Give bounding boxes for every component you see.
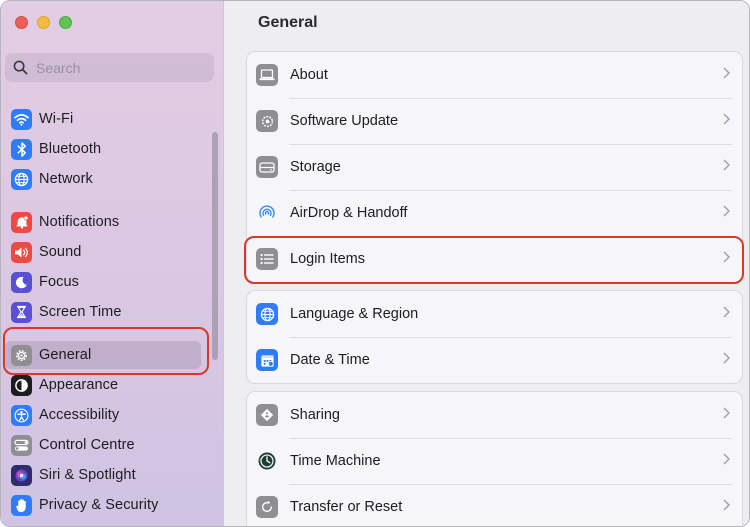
row-label: About	[290, 67, 328, 83]
chevron-right-icon	[723, 205, 730, 217]
chevron-right-icon	[723, 352, 730, 364]
sidebar-item-label: Network	[39, 171, 93, 187]
sidebar-item-accessibility[interactable]: Accessibility	[5, 401, 201, 429]
sidebar-item-label: Notifications	[39, 214, 120, 230]
sidebar: Wi-Fi Bluetooth Network	[1, 1, 224, 526]
chevron-right-icon	[723, 453, 730, 465]
window-controls	[15, 16, 72, 29]
settings-group-3: Sharing Time Machine Transfer or Reset	[246, 391, 743, 526]
sidebar-item-general[interactable]: General	[5, 341, 201, 369]
hourglass-icon	[11, 301, 32, 323]
sidebar-item-network[interactable]: Network	[5, 165, 201, 193]
storage-icon	[256, 156, 278, 178]
bluetooth-icon	[11, 138, 32, 160]
sidebar-item-notifications[interactable]: Notifications	[5, 208, 201, 236]
page-title: General	[258, 14, 318, 31]
row-label: AirDrop & Handoff	[290, 205, 408, 221]
chevron-right-icon	[723, 306, 730, 318]
wifi-icon	[11, 108, 32, 130]
accessibility-icon	[11, 404, 32, 426]
appearance-icon	[11, 374, 32, 396]
settings-group-2: Language & Region Date & Time	[246, 290, 743, 384]
moon-icon	[11, 271, 32, 293]
row-label: Sharing	[290, 407, 340, 423]
search-input[interactable]	[36, 59, 196, 76]
sidebar-item-sound[interactable]: Sound	[5, 238, 201, 266]
control-centre-icon	[11, 434, 32, 456]
hand-icon	[11, 494, 32, 516]
row-label: Transfer or Reset	[290, 499, 403, 515]
row-label: Time Machine	[290, 453, 381, 469]
sidebar-item-wifi[interactable]: Wi-Fi	[5, 105, 201, 133]
row-language-region[interactable]: Language & Region	[247, 291, 742, 337]
sidebar-item-control-centre[interactable]: Control Centre	[5, 431, 201, 459]
row-sharing[interactable]: Sharing	[247, 392, 742, 438]
row-transfer-reset[interactable]: Transfer or Reset	[247, 484, 742, 526]
sidebar-item-label: Control Centre	[39, 437, 135, 453]
sidebar-item-label: Accessibility	[39, 407, 120, 423]
system-settings-window: Wi-Fi Bluetooth Network	[0, 0, 750, 527]
sidebar-scrollbar[interactable]	[212, 132, 218, 360]
chevron-right-icon	[723, 251, 730, 263]
sidebar-item-privacy-security[interactable]: Privacy & Security	[5, 491, 201, 519]
airdrop-icon	[256, 202, 278, 224]
search-field[interactable]	[5, 53, 214, 82]
sidebar-item-label: Sound	[39, 244, 82, 260]
sidebar-item-bluetooth[interactable]: Bluetooth	[5, 135, 201, 163]
row-label: Language & Region	[290, 306, 419, 322]
row-airdrop-handoff[interactable]: AirDrop & Handoff	[247, 190, 742, 236]
search-icon	[13, 60, 28, 75]
row-time-machine[interactable]: Time Machine	[247, 438, 742, 484]
row-storage[interactable]: Storage	[247, 144, 742, 190]
row-software-update[interactable]: Software Update	[247, 98, 742, 144]
chevron-right-icon	[723, 113, 730, 125]
time-machine-icon	[256, 450, 278, 472]
bell-icon	[11, 211, 32, 233]
sharing-icon	[256, 404, 278, 426]
minimize-button[interactable]	[37, 16, 50, 29]
sidebar-item-label: General	[39, 347, 92, 363]
row-label: Login Items	[290, 251, 365, 267]
main-content: General About Software Update Storage Ai…	[225, 1, 749, 526]
row-label: Storage	[290, 159, 341, 175]
chevron-right-icon	[723, 67, 730, 79]
sidebar-item-appearance[interactable]: Appearance	[5, 371, 201, 399]
row-login-items[interactable]: Login Items	[247, 236, 742, 282]
row-label: Software Update	[290, 113, 399, 129]
settings-group-1: About Software Update Storage AirDrop & …	[246, 51, 743, 283]
software-update-icon	[256, 110, 278, 132]
close-button[interactable]	[15, 16, 28, 29]
reset-icon	[256, 496, 278, 518]
sidebar-item-label: Wi-Fi	[39, 111, 74, 127]
chevron-right-icon	[723, 407, 730, 419]
sidebar-item-siri-spotlight[interactable]: Siri & Spotlight	[5, 461, 201, 489]
sidebar-item-label: Bluetooth	[39, 141, 102, 157]
row-date-time[interactable]: Date & Time	[247, 337, 742, 383]
zoom-button[interactable]	[59, 16, 72, 29]
sidebar-item-label: Screen Time	[39, 304, 122, 320]
globe-icon	[256, 303, 278, 325]
siri-icon	[11, 464, 32, 486]
sidebar-item-label: Siri & Spotlight	[39, 467, 136, 483]
chevron-right-icon	[723, 499, 730, 511]
chevron-right-icon	[723, 159, 730, 171]
row-about[interactable]: About	[247, 52, 742, 98]
sidebar-item-screen-time[interactable]: Screen Time	[5, 298, 201, 326]
gear-icon	[11, 344, 32, 366]
sidebar-item-focus[interactable]: Focus	[5, 268, 201, 296]
laptop-icon	[256, 64, 278, 86]
sidebar-item-label: Appearance	[39, 377, 119, 393]
speaker-icon	[11, 241, 32, 263]
calendar-icon	[256, 349, 278, 371]
sidebar-item-label: Privacy & Security	[39, 497, 159, 513]
list-icon	[256, 248, 278, 270]
row-label: Date & Time	[290, 352, 370, 368]
sidebar-item-label: Focus	[39, 274, 79, 290]
globe-icon	[11, 168, 32, 190]
